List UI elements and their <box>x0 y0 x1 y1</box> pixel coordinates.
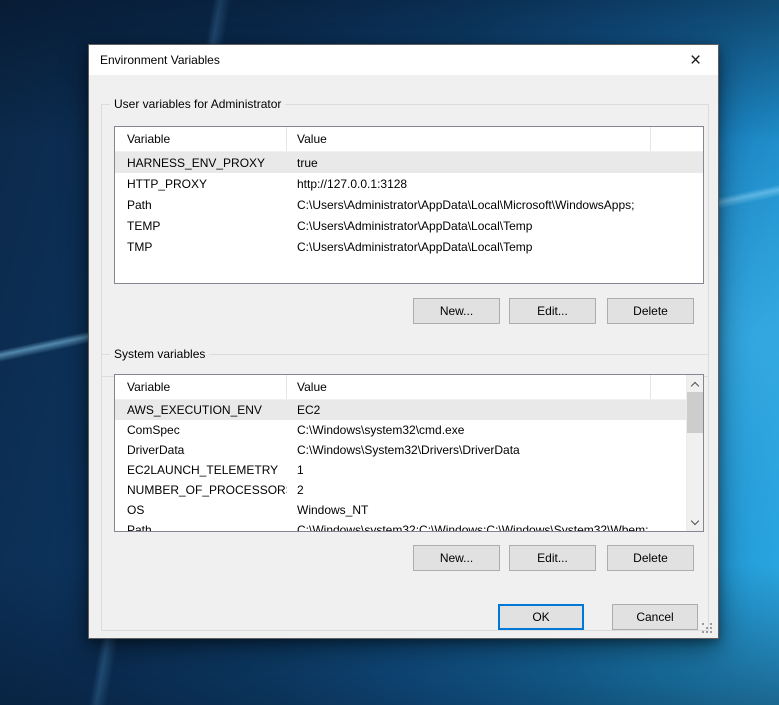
user-variables-table-body: HARNESS_ENV_PROXYtrueHTTP_PROXYhttp://12… <box>115 152 703 257</box>
system-new-button[interactable]: New... <box>413 545 500 571</box>
group-user-variables-label: User variables for Administrator <box>110 97 285 111</box>
user-new-button[interactable]: New... <box>413 298 500 324</box>
table-row[interactable]: PathC:\Users\Administrator\AppData\Local… <box>115 194 703 215</box>
cancel-button[interactable]: Cancel <box>612 604 698 630</box>
variable-name-cell: TMP <box>115 240 287 254</box>
table-row[interactable]: TMPC:\Users\Administrator\AppData\Local\… <box>115 236 703 257</box>
resize-grip[interactable] <box>702 623 713 634</box>
user-variables-list-header: Variable Value <box>115 127 703 152</box>
chevron-up-icon <box>691 381 699 389</box>
column-header-filler <box>651 127 703 151</box>
close-button[interactable]: × <box>673 45 718 75</box>
environment-variables-dialog: Environment Variables × User variables f… <box>88 44 719 639</box>
system-delete-button[interactable]: Delete <box>607 545 694 571</box>
table-row[interactable]: PathC:\Windows\system32;C:\Windows;C:\Wi… <box>115 520 703 532</box>
table-row[interactable]: TEMPC:\Users\Administrator\AppData\Local… <box>115 215 703 236</box>
variable-name-cell: Path <box>115 523 287 532</box>
user-edit-button[interactable]: Edit... <box>509 298 596 324</box>
table-row[interactable]: ComSpecC:\Windows\system32\cmd.exe <box>115 420 703 440</box>
user-delete-button[interactable]: Delete <box>607 298 694 324</box>
variable-name-cell: EC2LAUNCH_TELEMETRY <box>115 463 287 477</box>
variable-value-cell: C:\Users\Administrator\AppData\Local\Tem… <box>287 219 703 233</box>
group-system-variables-label: System variables <box>110 347 209 361</box>
scrollbar-thumb[interactable] <box>687 392 703 433</box>
column-header-variable[interactable]: Variable <box>115 127 287 151</box>
scroll-up-button[interactable] <box>687 375 703 392</box>
table-row[interactable]: DriverDataC:\Windows\System32\Drivers\Dr… <box>115 440 703 460</box>
variable-name-cell: OS <box>115 503 287 517</box>
variable-value-cell: 1 <box>287 463 703 477</box>
table-row[interactable]: HTTP_PROXYhttp://127.0.0.1:3128 <box>115 173 703 194</box>
column-header-value[interactable]: Value <box>287 375 651 399</box>
table-row[interactable]: AWS_EXECUTION_ENVEC2 <box>115 400 703 420</box>
system-variables-list-header: Variable Value <box>115 375 703 400</box>
chevron-down-icon <box>691 516 699 524</box>
variable-name-cell: DriverData <box>115 443 287 457</box>
table-row[interactable]: HARNESS_ENV_PROXYtrue <box>115 152 703 173</box>
variable-name-cell: HTTP_PROXY <box>115 177 287 191</box>
column-header-variable[interactable]: Variable <box>115 375 287 399</box>
variable-value-cell: http://127.0.0.1:3128 <box>287 177 703 191</box>
table-row[interactable]: EC2LAUNCH_TELEMETRY1 <box>115 460 703 480</box>
variable-value-cell: C:\Users\Administrator\AppData\Local\Tem… <box>287 240 703 254</box>
table-row[interactable]: NUMBER_OF_PROCESSORS2 <box>115 480 703 500</box>
title-bar[interactable]: Environment Variables × <box>89 45 718 75</box>
variable-name-cell: AWS_EXECUTION_ENV <box>115 403 287 417</box>
vertical-scrollbar[interactable] <box>686 375 703 531</box>
system-edit-button[interactable]: Edit... <box>509 545 596 571</box>
variable-name-cell: TEMP <box>115 219 287 233</box>
ok-button[interactable]: OK <box>498 604 584 630</box>
variable-name-cell: Path <box>115 198 287 212</box>
variable-name-cell: ComSpec <box>115 423 287 437</box>
table-row[interactable]: OSWindows_NT <box>115 500 703 520</box>
variable-value-cell: C:\Users\Administrator\AppData\Local\Mic… <box>287 198 703 212</box>
variable-value-cell: 2 <box>287 483 703 497</box>
variable-value-cell: true <box>287 156 703 170</box>
system-variables-table-body: AWS_EXECUTION_ENVEC2ComSpecC:\Windows\sy… <box>115 400 703 532</box>
variable-value-cell: C:\Windows\system32\cmd.exe <box>287 423 703 437</box>
variable-value-cell: C:\Windows\system32;C:\Windows;C:\Window… <box>287 523 703 532</box>
variable-value-cell: EC2 <box>287 403 703 417</box>
column-header-value[interactable]: Value <box>287 127 651 151</box>
variable-name-cell: HARNESS_ENV_PROXY <box>115 156 287 170</box>
close-icon: × <box>690 51 701 70</box>
user-variables-list: Variable Value HARNESS_ENV_PROXYtrueHTTP… <box>114 126 704 284</box>
window-title: Environment Variables <box>89 53 220 67</box>
variable-value-cell: Windows_NT <box>287 503 703 517</box>
system-variables-list: Variable Value AWS_EXECUTION_ENVEC2ComSp… <box>114 374 704 532</box>
variable-name-cell: NUMBER_OF_PROCESSORS <box>115 483 287 497</box>
scroll-down-button[interactable] <box>687 514 703 531</box>
variable-value-cell: C:\Windows\System32\Drivers\DriverData <box>287 443 703 457</box>
